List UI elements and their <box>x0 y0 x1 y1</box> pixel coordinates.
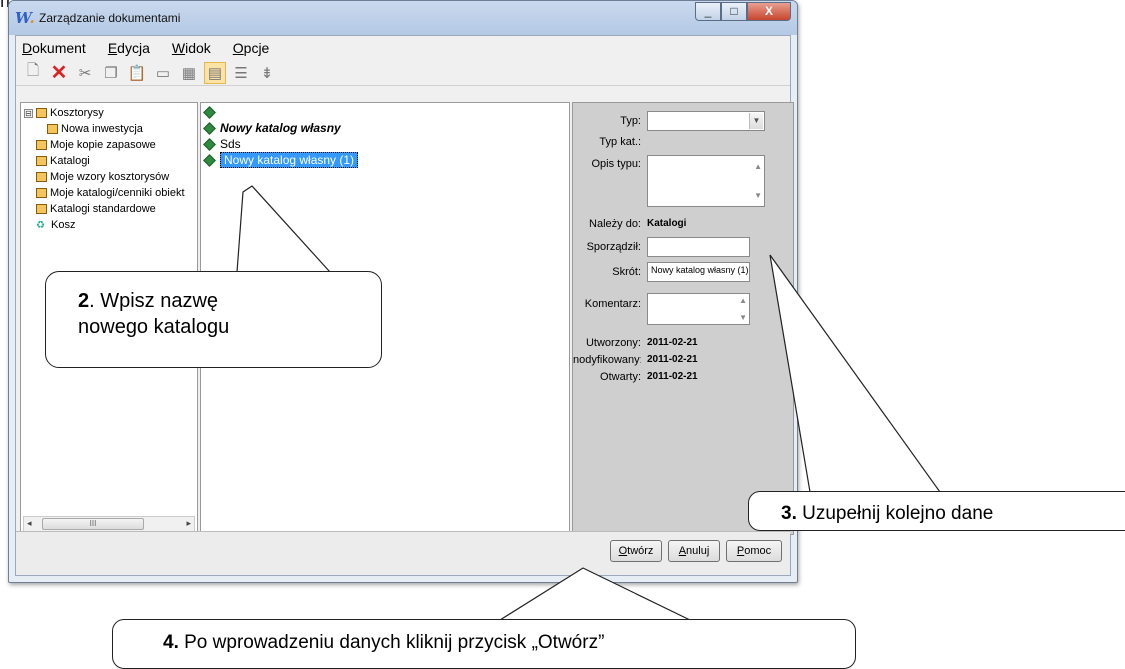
sporzadzil-label: Sporządził: <box>586 241 641 253</box>
otworz-button[interactable]: Otwórz <box>610 540 662 562</box>
collapse-icon[interactable]: ⊟ <box>24 108 33 118</box>
folder-icon <box>36 204 47 214</box>
details-view-icon[interactable]: ⇟ <box>256 62 278 84</box>
list-view-icon[interactable]: ☰ <box>230 62 252 84</box>
folder-icon <box>47 124 58 134</box>
callout-4: 4. Po wprowadzeniu danych kliknij przyci… <box>112 619 856 669</box>
skrot-label: Skrót: <box>612 266 641 278</box>
tree-item-kosztorysy[interactable]: ⊟ Kosztorysy <box>24 106 104 120</box>
catalog-icon <box>203 105 216 119</box>
skrot-field[interactable]: Nowy katalog własny (1) <box>647 262 750 282</box>
scroll-up-icon[interactable]: ▲ <box>754 162 762 171</box>
komentarz-field[interactable]: ▲ ▼ <box>647 293 750 325</box>
callout-2: 2. Wpisz nazwę nowego katalogu <box>45 271 382 368</box>
otwarty-label: Otwarty: <box>600 371 641 383</box>
folder-icon <box>36 140 47 150</box>
menu-dokument[interactable]: Dokument <box>22 40 86 56</box>
menu-opcje[interactable]: Opcje <box>233 40 270 56</box>
typ-label: Typ: <box>620 115 641 127</box>
otwarty-value: 2011-02-21 <box>647 371 698 382</box>
toolbar: 🗋 ✕ ✂ ❐ 📋 ▭ ▦ ▤ ☰ ⇟ <box>16 60 790 86</box>
folder-icon <box>36 156 47 166</box>
tree-item-katalogi[interactable]: Katalogi <box>36 154 90 168</box>
minimize-button[interactable]: _ <box>695 2 721 21</box>
tree-item-kopie-zapasowe[interactable]: Moje kopie zapasowe <box>36 138 156 152</box>
catalog-icon <box>203 137 216 151</box>
folder-icon <box>36 108 47 118</box>
list-item[interactable]: Nowy katalog własny <box>203 121 341 135</box>
catalog-icon <box>203 121 216 135</box>
catalog-icon <box>203 153 216 167</box>
app-logo-icon: W. <box>15 9 35 27</box>
folder-icon <box>36 172 47 182</box>
folder-icon <box>36 188 47 198</box>
scroll-down-icon[interactable]: ▼ <box>739 313 747 322</box>
scroll-right-icon[interactable]: ▸ <box>186 518 191 529</box>
new-document-icon[interactable]: 🗋 <box>22 62 44 84</box>
properties-panel: Typ: ▼ Typ kat.: Opis typu: ▲ ▼ Należy d… <box>572 102 794 535</box>
utworzony-value: 2011-02-21 <box>647 337 698 348</box>
scroll-up-icon[interactable]: ▲ <box>739 296 747 305</box>
komentarz-label: Komentarz: <box>584 298 641 310</box>
catalog-name-edit[interactable]: Nowy katalog własny (1) <box>220 152 359 168</box>
horizontal-scrollbar[interactable]: ◂ III ▸ <box>23 516 195 532</box>
copy-icon[interactable]: ❐ <box>100 62 122 84</box>
close-button[interactable]: X <box>747 2 791 21</box>
menu-bar: Dokument Edycja Widok Opcje <box>16 36 790 60</box>
chevron-down-icon[interactable]: ▼ <box>749 113 763 129</box>
sporzadzil-field[interactable] <box>647 237 750 257</box>
large-icons-view-icon[interactable]: ▦ <box>178 62 200 84</box>
utworzony-label: Utworzony: <box>585 337 641 349</box>
button-bar: Otwórz Anuluj Pomoc <box>16 531 790 575</box>
pomoc-button[interactable]: Pomoc <box>726 540 782 562</box>
menu-edycja[interactable]: Edycja <box>108 40 150 56</box>
tree-item-cenniki[interactable]: Moje katalogi/cenniki obiekt <box>36 186 185 200</box>
scroll-down-icon[interactable]: ▼ <box>754 191 762 200</box>
scroll-left-icon[interactable]: ◂ <box>27 518 32 529</box>
menu-widok[interactable]: Widok <box>172 40 211 56</box>
typ-kat-label: Typ kat.: <box>599 136 641 148</box>
small-icons-view-icon[interactable]: ▤ <box>204 61 226 84</box>
anuluj-button[interactable]: Anuluj <box>668 540 720 562</box>
zmodyfikowany-label: nodyfikowany: <box>573 354 641 366</box>
properties-icon[interactable]: ▭ <box>152 62 174 84</box>
title-bar[interactable]: W. Zarządzanie dokumentami _ □ X <box>9 1 797 35</box>
tree-item-katalogi-standardowe[interactable]: Katalogi standardowe <box>36 202 156 216</box>
tree-item-nowa-inwestycja[interactable]: Nowa inwestycja <box>47 122 143 136</box>
typ-select[interactable]: ▼ <box>647 111 765 131</box>
tree-item-wzory[interactable]: Moje wzory kosztorysów <box>36 170 169 184</box>
nalezy-do-label: Należy do: <box>589 218 641 230</box>
delete-icon[interactable]: ✕ <box>48 62 70 84</box>
opis-typu-label: Opis typu: <box>591 158 641 170</box>
window-title: Zarządzanie dokumentami <box>39 11 181 25</box>
callout-3: 3. Uzupełnij kolejno dane <box>748 491 1125 531</box>
opis-typu-field[interactable]: ▲ ▼ <box>647 155 765 207</box>
scrollbar-thumb[interactable]: III <box>42 518 144 530</box>
maximize-button[interactable]: □ <box>721 2 747 21</box>
list-item[interactable]: Sds <box>203 137 241 151</box>
tree-item-kosz[interactable]: ♻ Kosz <box>36 218 75 232</box>
recycle-bin-icon: ♻ <box>36 220 45 231</box>
cut-icon[interactable]: ✂ <box>74 62 96 84</box>
paste-icon[interactable]: 📋 <box>126 62 148 84</box>
zmodyfikowany-value: 2011-02-21 <box>647 354 698 365</box>
nalezy-do-value: Katalogi <box>647 218 687 229</box>
list-item[interactable] <box>203 105 220 119</box>
list-item-selected[interactable]: Nowy katalog własny (1) <box>203 152 359 168</box>
